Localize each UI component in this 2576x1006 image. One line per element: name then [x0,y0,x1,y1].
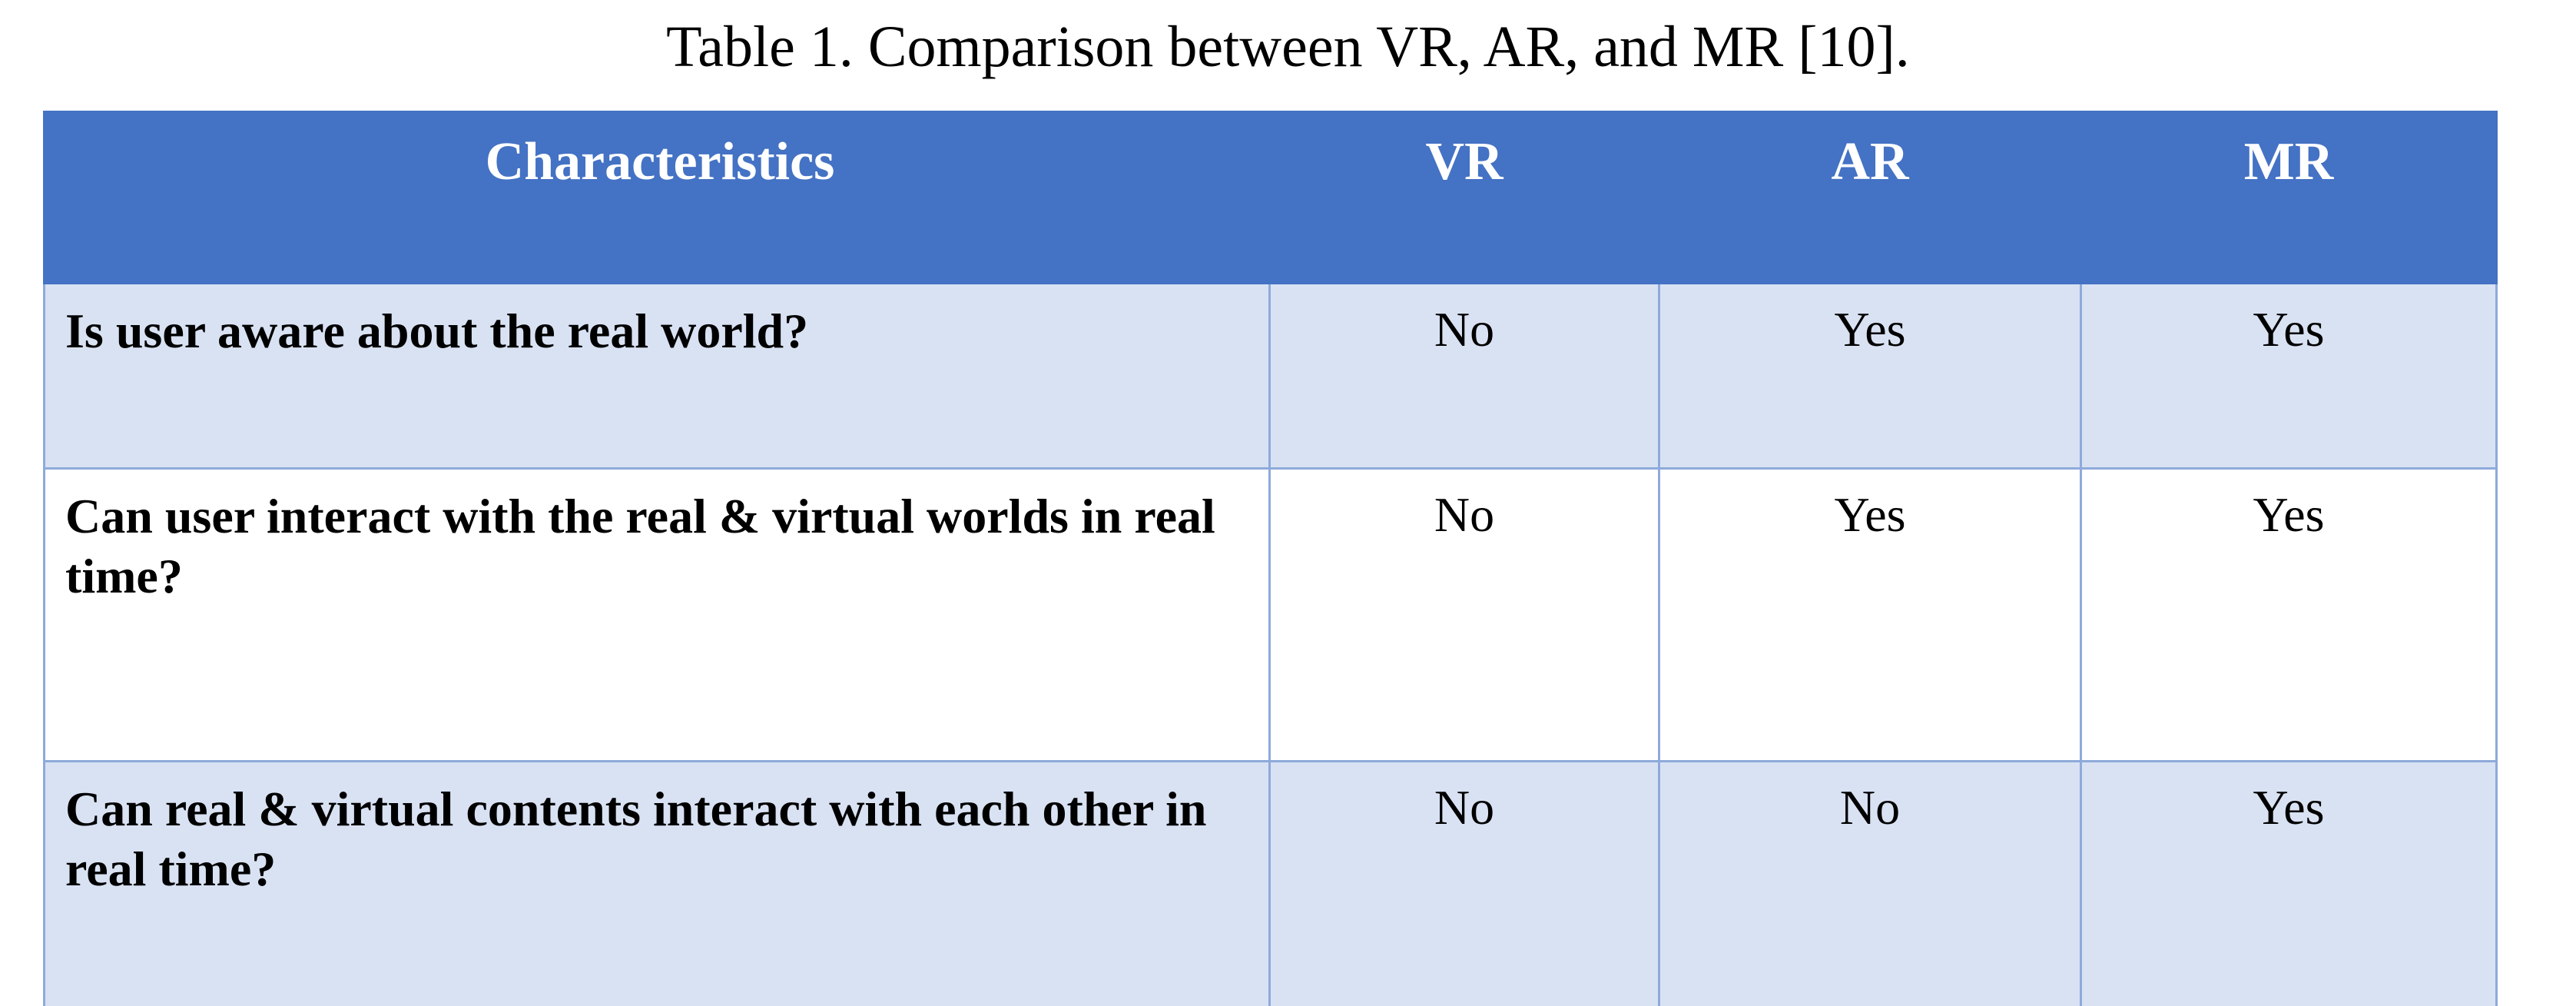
table-row: Can user interact with the real & virtua… [43,467,2498,762]
cell-ar-value: Yes [1658,467,2082,762]
table-header: Characteristics VR AR MR [43,111,2498,284]
table-row: Is user aware about the real world? No Y… [43,282,2498,470]
cell-characteristic: Is user aware about the real world? [43,282,1271,470]
cell-vr-value: No [1268,760,1660,1006]
cell-ar-value: Yes [1658,282,2082,470]
table-row: Can real & virtual contents interact wit… [43,760,2498,1006]
comparison-table-container: Characteristics VR AR MR Is user aware a… [43,111,2498,1006]
column-header-characteristics: Characteristics [43,111,1271,284]
cell-ar-value: No [1658,760,2082,1006]
table-header-row: Characteristics VR AR MR [43,111,2498,284]
column-header-vr: VR [1268,111,1660,284]
comparison-table: Characteristics VR AR MR Is user aware a… [43,111,2498,1006]
column-header-mr: MR [2080,111,2498,284]
table-body: Is user aware about the real world? No Y… [43,282,2498,1006]
cell-mr-value: Yes [2080,760,2498,1006]
cell-characteristic: Can real & virtual contents interact wit… [43,760,1271,1006]
cell-mr-value: Yes [2080,282,2498,470]
cell-vr-value: No [1268,467,1660,762]
table-caption: Table 1. Comparison between VR, AR, and … [666,15,1910,79]
cell-vr-value: No [1268,282,1660,470]
cell-mr-value: Yes [2080,467,2498,762]
cell-characteristic: Can user interact with the real & virtua… [43,467,1271,762]
column-header-ar: AR [1658,111,2082,284]
table-page: Table 1. Comparison between VR, AR, and … [0,0,2576,1006]
